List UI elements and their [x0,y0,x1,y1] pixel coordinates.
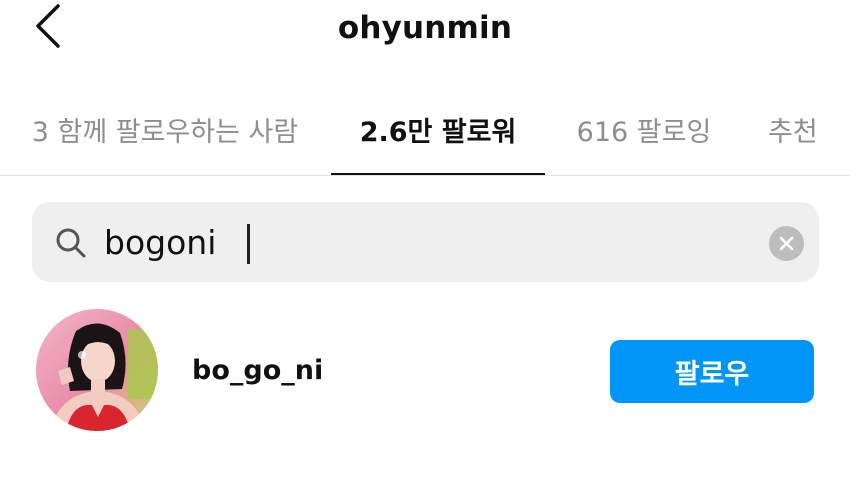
tab-followers[interactable]: 2.6만 팔로워 [331,98,545,176]
username[interactable]: bo_go_ni [192,355,323,386]
tab-suggested[interactable]: 추천 [750,98,850,176]
list-item[interactable]: bo_go_ni 팔로우 [0,300,850,440]
followers-screen: ohyunmin 3 함께 팔로우하는 사람 2.6만 팔로워 616 팔로잉 … [0,0,850,488]
header: ohyunmin [0,0,850,62]
active-tab-indicator [331,173,545,175]
avatar-photo [36,309,158,431]
tabs-divider [0,175,850,176]
follow-button[interactable]: 팔로우 [610,340,814,403]
text-caret [247,224,250,264]
clear-icon [779,236,794,251]
clear-button[interactable] [769,226,804,261]
tab-following[interactable]: 616 팔로잉 [558,98,730,176]
tab-bar: 3 함께 팔로우하는 사람 2.6만 팔로워 616 팔로잉 추천 [0,98,850,178]
tab-mutual-followers[interactable]: 3 함께 팔로우하는 사람 [14,98,316,176]
avatar[interactable] [36,309,158,431]
search-input[interactable] [104,214,744,270]
page-title: ohyunmin [337,10,513,46]
search-bar[interactable] [32,202,819,282]
search-icon [56,228,86,258]
